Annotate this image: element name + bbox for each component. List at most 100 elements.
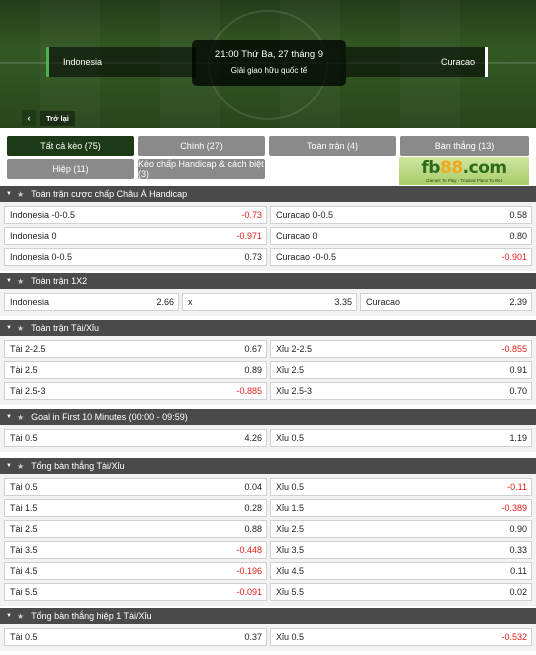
- bet-label: Tài 2.5: [10, 365, 38, 375]
- section-header[interactable]: ▼ ★ Toàn trận Tài/Xỉu: [0, 320, 536, 336]
- odds-value: 0.11: [510, 566, 527, 576]
- collapse-icon[interactable]: ▼: [6, 191, 12, 197]
- odds-value: 0.04: [244, 482, 262, 492]
- tab-label: Kèo chấp Handicap & cách biệt (3): [138, 159, 264, 179]
- bet-label: Tài 1.5: [10, 503, 38, 513]
- match-info: 21:00 Thứ Ba, 27 tháng 9 Giải giao hữu q…: [192, 40, 346, 86]
- odds-value: -0.448: [236, 545, 262, 555]
- odds-cell[interactable]: Indonesia -0-0.5 -0.73: [4, 206, 267, 224]
- favorite-star-icon[interactable]: ★: [17, 612, 24, 621]
- odds-cell[interactable]: Xỉu 2.5-3 0.70: [270, 382, 532, 400]
- odds-cell[interactable]: Tài 0.5 0.04: [4, 478, 267, 496]
- odds-value: -0.389: [501, 503, 527, 513]
- odds-value: -0.196: [236, 566, 262, 576]
- odds-cell[interactable]: Xỉu 5.5 0.02: [270, 583, 532, 601]
- favorite-star-icon[interactable]: ★: [17, 462, 24, 471]
- odds-cell[interactable]: Xỉu 2.5 0.91: [270, 361, 532, 379]
- odds-cell[interactable]: Curacao -0-0.5 -0.901: [270, 248, 532, 266]
- bet-label: Xỉu 2-2.5: [276, 344, 313, 354]
- away-team-name: Curacao: [440, 57, 475, 67]
- back-button[interactable]: ‹ Trở lại: [22, 110, 75, 126]
- odds-cell[interactable]: Xỉu 1.5 -0.389: [270, 499, 532, 517]
- bet-label: Xỉu 3.5: [276, 545, 305, 555]
- odds-cell[interactable]: Xỉu 3.5 0.33: [270, 541, 532, 559]
- odds-value: 0.91: [509, 365, 527, 375]
- odds-cell[interactable]: Xỉu 0.5 1.19: [270, 429, 532, 447]
- section-header[interactable]: ▼ ★ Tổng bàn thắng hiệp 1 Tài/Xỉu: [0, 608, 536, 624]
- odds-value: -0.091: [236, 587, 262, 597]
- bet-label: Curacao -0-0.5: [276, 252, 337, 262]
- bet-label: Curacao: [366, 297, 401, 307]
- tab-label: Hiệp (11): [52, 164, 89, 174]
- tab-full-match[interactable]: Toàn trận (4): [269, 136, 396, 156]
- collapse-icon[interactable]: ▼: [6, 463, 12, 469]
- odds-cell[interactable]: Indonesia 0-0.5 0.73: [4, 248, 267, 266]
- collapse-icon[interactable]: ▼: [6, 414, 12, 420]
- odds-value: 0.70: [509, 386, 527, 396]
- odds-cell[interactable]: Xỉu 0.5 -0.11: [270, 478, 532, 496]
- bet-label: Tài 3.5: [10, 545, 38, 555]
- odds-cell[interactable]: Tài 2.5-3 -0.885: [4, 382, 267, 400]
- tab-label: Toàn trận (4): [306, 141, 359, 151]
- odds-cell[interactable]: Curacao 2.39: [360, 293, 532, 311]
- odds-value: -0.11: [507, 482, 527, 492]
- tab-main[interactable]: Chính (27): [138, 136, 265, 156]
- favorite-star-icon[interactable]: ★: [17, 190, 24, 199]
- odds-value: 0.73: [244, 252, 262, 262]
- odds-cell[interactable]: Xỉu 0.5 -0.532: [270, 628, 532, 646]
- odds-cell[interactable]: Indonesia 0 -0.971: [4, 227, 267, 245]
- section-header[interactable]: ▼ ★ Toàn trận 1X2: [0, 273, 536, 289]
- section-header[interactable]: ▼ ★ Tổng bàn thắng Tài/Xỉu: [0, 458, 536, 474]
- league-name: Giải giao hữu quốc tế: [230, 66, 308, 75]
- bet-label: Xỉu 2.5: [276, 365, 305, 375]
- odds-cell[interactable]: Curacao 0 0.80: [270, 227, 532, 245]
- odds-cell[interactable]: Xỉu 4.5 0.11: [270, 562, 532, 580]
- odds-cell[interactable]: Tài 4.5 -0.196: [4, 562, 267, 580]
- collapse-icon[interactable]: ▼: [6, 278, 12, 284]
- odds-cell[interactable]: Tài 5.5 -0.091: [4, 583, 267, 601]
- tab-label: Chính (27): [180, 141, 223, 151]
- bet-label: Indonesia 0: [10, 231, 57, 241]
- odds-cell[interactable]: Tài 1.5 0.28: [4, 499, 267, 517]
- bet-label: Xỉu 2.5-3: [276, 386, 313, 396]
- section-title: Tổng bàn thắng Tài/Xỉu: [31, 461, 125, 471]
- odds-cell[interactable]: Tài 2.5 0.88: [4, 520, 267, 538]
- odds-value: 0.67: [244, 344, 262, 354]
- favorite-star-icon[interactable]: ★: [17, 277, 24, 286]
- bet-label: Indonesia -0-0.5: [10, 210, 76, 220]
- bet-label: Tài 2-2.5: [10, 344, 46, 354]
- bet-label: Tài 0.5: [10, 433, 38, 443]
- odds-value: 2.39: [509, 297, 527, 307]
- banner-tagline: Games To Play · Trusted Place To Bet: [426, 177, 502, 183]
- favorite-star-icon[interactable]: ★: [17, 324, 24, 333]
- bet-label: Tài 0.5: [10, 632, 38, 642]
- collapse-icon[interactable]: ▼: [6, 613, 12, 619]
- tab-goals[interactable]: Bàn thắng (13): [400, 136, 529, 156]
- odds-value: 0.28: [244, 503, 262, 513]
- tab-half[interactable]: Hiệp (11): [7, 159, 134, 179]
- favorite-star-icon[interactable]: ★: [17, 413, 24, 422]
- collapse-icon[interactable]: ▼: [6, 325, 12, 331]
- odds-cell[interactable]: Tài 2-2.5 0.67: [4, 340, 267, 358]
- odds-cell[interactable]: Tài 3.5 -0.448: [4, 541, 267, 559]
- section-header[interactable]: ▼ ★ Goal in First 10 Minutes (00:00 - 09:5…: [0, 409, 536, 425]
- section-header[interactable]: ▼ ★ Toàn trận cược chấp Châu Á Handicap: [0, 186, 536, 202]
- odds-cell[interactable]: Tài 2.5 0.89: [4, 361, 267, 379]
- tab-handicap[interactable]: Kèo chấp Handicap & cách biệt (3): [138, 159, 265, 179]
- odds-value: -0.855: [501, 344, 527, 354]
- odds-cell[interactable]: Xỉu 2.5 0.90: [270, 520, 532, 538]
- fb88-banner[interactable]: fb88.com Games To Play · Trusted Place T…: [399, 157, 529, 185]
- odds-cell[interactable]: Curacao 0-0.5 0.58: [270, 206, 532, 224]
- odds-cell[interactable]: Tài 0.5 0.37: [4, 628, 267, 646]
- odds-cell[interactable]: Xỉu 2-2.5 -0.855: [270, 340, 532, 358]
- odds-value: 0.89: [244, 365, 262, 375]
- odds-value: 0.88: [244, 524, 262, 534]
- bet-label: Tài 2.5: [10, 524, 38, 534]
- odds-value: 0.58: [509, 210, 527, 220]
- tab-all[interactable]: Tất cả kèo (75): [7, 136, 134, 156]
- section-title: Toàn trận Tài/Xỉu: [31, 323, 99, 333]
- odds-value: -0.532: [501, 632, 527, 642]
- odds-cell[interactable]: Indonesia 2.66: [4, 293, 179, 311]
- odds-cell[interactable]: x 3.35: [182, 293, 357, 311]
- odds-cell[interactable]: Tài 0.5 4.26: [4, 429, 267, 447]
